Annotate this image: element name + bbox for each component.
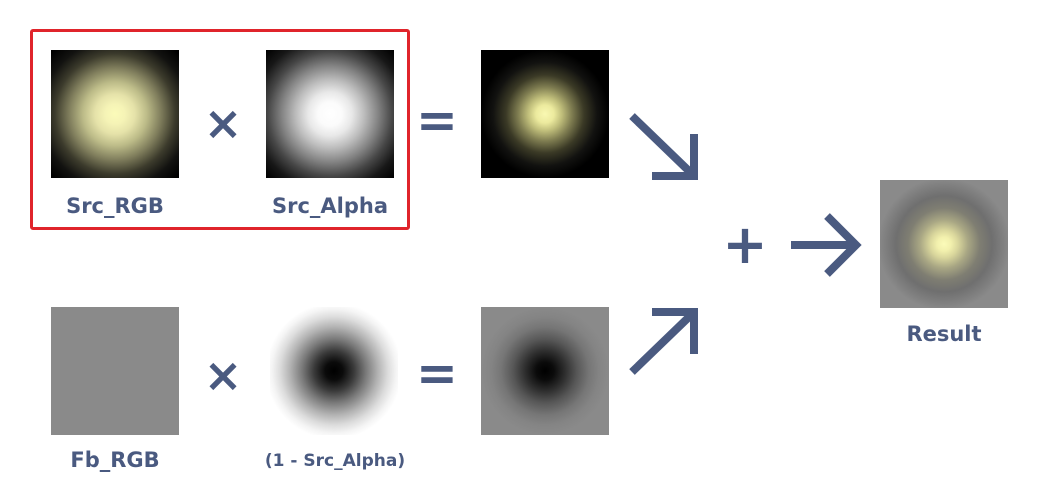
arrow-up-right-icon: [622, 302, 704, 382]
equals-operator-top: =: [416, 91, 458, 149]
fb-product-image: [481, 307, 609, 435]
src-product-image: [481, 50, 609, 178]
inverse-src-alpha-label: (1 - Src_Alpha): [264, 451, 406, 471]
src-rgb-image: [51, 50, 179, 178]
multiply-operator-top: ×: [203, 96, 243, 150]
result-image: [880, 180, 1008, 308]
result-label: Result: [906, 322, 982, 346]
add-operator: +: [722, 213, 768, 276]
equals-operator-bottom: =: [416, 344, 458, 402]
arrow-right-icon: [785, 207, 865, 283]
arrow-down-right-icon: [622, 106, 704, 186]
fb-rgb-image: [51, 307, 179, 435]
src-rgb-label: Src_RGB: [66, 194, 164, 218]
fb-rgb-label: Fb_RGB: [70, 448, 160, 472]
src-alpha-image: [266, 50, 394, 178]
inverse-src-alpha-image: [270, 307, 398, 435]
multiply-operator-bottom: ×: [203, 348, 243, 402]
src-alpha-label: Src_Alpha: [271, 194, 389, 218]
